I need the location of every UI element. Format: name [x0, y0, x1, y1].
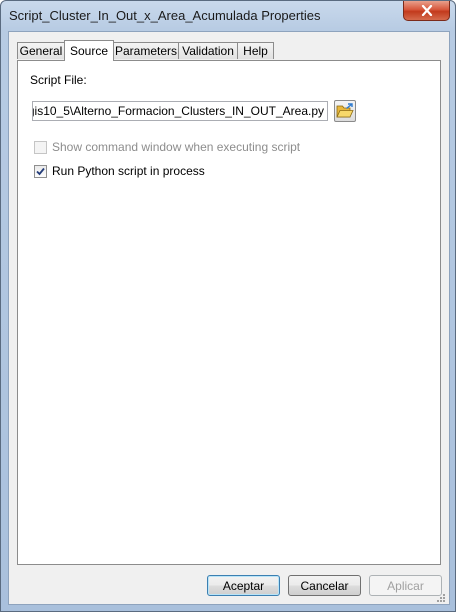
tab-general[interactable]: General [17, 42, 65, 59]
title-bar[interactable]: Script_Cluster_In_Out_x_Area_Acumulada P… [1, 1, 455, 31]
apply-button-label: Aplicar [387, 578, 424, 593]
script-file-label: Script File: [30, 73, 87, 87]
tab-validation[interactable]: Validation [178, 42, 238, 59]
apply-button[interactable]: Aplicar [369, 575, 442, 596]
script-file-value: _Arcgis10_5\Alterno_Formacion_Clusters_I… [32, 104, 324, 118]
properties-dialog: Script_Cluster_In_Out_x_Area_Acumulada P… [0, 0, 456, 612]
tab-label: General [19, 44, 63, 58]
close-button[interactable] [403, 1, 450, 21]
tab-label: Validation [182, 44, 234, 58]
cancel-button[interactable]: Cancelar [288, 575, 361, 596]
dialog-client-area: General Source Parameters Validation Hel… [8, 31, 450, 605]
tab-source[interactable]: Source [64, 40, 114, 61]
close-icon [421, 5, 432, 16]
tab-label: Help [243, 44, 268, 58]
show-command-window-checkbox[interactable] [34, 141, 47, 154]
window-title: Script_Cluster_In_Out_x_Area_Acumulada P… [9, 8, 321, 23]
browse-button[interactable] [334, 100, 356, 122]
cancel-button-label: Cancelar [300, 578, 349, 593]
tab-help[interactable]: Help [237, 42, 274, 59]
resize-grip-icon[interactable] [435, 592, 446, 603]
checkmark-icon [36, 167, 45, 176]
show-command-window-label: Show command window when executing scrip… [52, 140, 301, 154]
ok-button[interactable]: Aceptar [207, 575, 280, 596]
run-python-in-process-label: Run Python script in process [52, 164, 205, 178]
tab-label: Parameters [114, 44, 178, 58]
tab-parameters[interactable]: Parameters [113, 42, 179, 59]
ok-button-label: Aceptar [222, 578, 265, 593]
tab-label: Source [69, 44, 109, 58]
open-folder-icon [336, 103, 354, 118]
script-file-input[interactable]: _Arcgis10_5\Alterno_Formacion_Clusters_I… [32, 101, 328, 121]
source-tab-panel: Script File: _Arcgis10_5\Alterno_Formaci… [17, 60, 441, 565]
run-python-in-process-checkbox[interactable] [34, 165, 47, 178]
